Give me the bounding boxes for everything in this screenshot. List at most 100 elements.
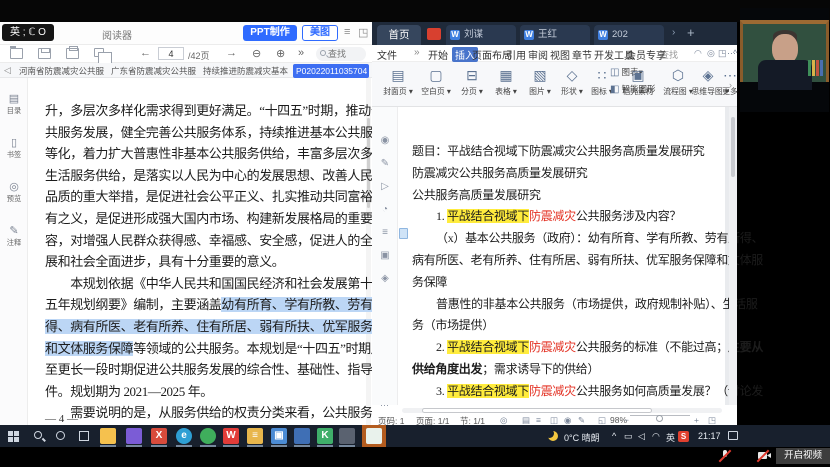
weather-moon-icon[interactable] bbox=[548, 431, 558, 441]
side-tool-icon[interactable]: ✎ bbox=[372, 158, 398, 169]
tray-chevron-icon[interactable]: ^ bbox=[612, 431, 616, 441]
menu-tab-开始[interactable]: 开始 bbox=[428, 47, 448, 62]
network-icon[interactable]: ◠ bbox=[652, 431, 660, 442]
ime-mode-label[interactable]: 英 bbox=[666, 431, 675, 444]
wps-doc-tab[interactable]: W刘谋 bbox=[446, 25, 516, 45]
prev-page-icon[interactable]: ← bbox=[140, 47, 151, 59]
side-tool-icon[interactable]: ≡ bbox=[372, 227, 398, 238]
wps-home-tab[interactable]: 首页 bbox=[377, 25, 421, 45]
pdf-doc-tab-icon[interactable] bbox=[427, 28, 441, 40]
pdf-tab[interactable]: 广东省防震减灾公共服务体× bbox=[108, 64, 196, 78]
camera-muted-icon[interactable] bbox=[756, 449, 771, 463]
wps-horizontal-scrollbar[interactable] bbox=[402, 406, 722, 415]
task-view-icon[interactable] bbox=[79, 431, 89, 441]
taskbar-app-wps-office[interactable]: W bbox=[223, 428, 239, 444]
file-menu[interactable]: 文件 bbox=[377, 47, 397, 62]
start-button[interactable] bbox=[8, 431, 19, 442]
zoom-plus-icon[interactable]: + bbox=[694, 415, 699, 425]
side-tool-icon[interactable]: ▷ bbox=[372, 181, 398, 192]
taskbar-app-gray-app[interactable] bbox=[339, 428, 355, 444]
page-number-input[interactable] bbox=[158, 47, 184, 60]
taskbar-app-photos-app[interactable]: ▣ bbox=[271, 428, 287, 444]
ribbon-button-分页[interactable]: ⊟分页 ▾ bbox=[454, 65, 490, 103]
side-tool-icon[interactable]: ▣ bbox=[372, 250, 398, 261]
pdf-tab[interactable]: 河南省防震减灾公共服务× bbox=[16, 64, 104, 78]
taskbar-app-edge-browser[interactable]: e bbox=[176, 428, 192, 444]
ribbon-button-空白页[interactable]: ▢空白页 ▾ bbox=[418, 65, 454, 103]
ribbon-button-封面页[interactable]: ▤封面页 ▾ bbox=[380, 65, 416, 103]
taskbar-app-archive-app[interactable]: ≡ bbox=[247, 428, 263, 444]
taskbar-app-meeting-app[interactable] bbox=[366, 428, 382, 444]
menu-tab-会员专享[interactable]: 会员专享 bbox=[626, 47, 666, 62]
outline-view-icon[interactable]: ≡ bbox=[536, 415, 541, 425]
sidebar-item-注释[interactable]: ✎注释 bbox=[0, 224, 28, 248]
taskbar-app-xmind-app[interactable]: X bbox=[151, 428, 167, 444]
chevron-left-icon[interactable]: ◁ bbox=[4, 65, 11, 76]
smart-tag-icon[interactable] bbox=[399, 228, 408, 239]
next-page-icon[interactable]: → bbox=[226, 47, 237, 59]
speaker-icon[interactable]: ◁ bbox=[638, 431, 645, 442]
sogou-ime-icon[interactable]: S bbox=[678, 431, 689, 442]
wps-doc-tab[interactable]: W202 bbox=[594, 25, 664, 45]
menu-tab-章节[interactable]: 章节 bbox=[572, 47, 592, 62]
hscroll-thumb[interactable] bbox=[422, 408, 652, 413]
side-tool-icon[interactable]: ◔ bbox=[372, 204, 398, 215]
taskbar-app-file-explorer[interactable] bbox=[100, 428, 116, 444]
copy-icon[interactable] bbox=[94, 48, 104, 57]
cortana-icon[interactable] bbox=[56, 431, 65, 440]
share-icon[interactable]: ◎ bbox=[707, 48, 715, 59]
save-icon[interactable] bbox=[38, 48, 51, 59]
预览-icon: ◎ bbox=[0, 180, 28, 193]
menu-icon[interactable]: ≡ bbox=[344, 26, 350, 38]
laptop-icon[interactable]: ▭ bbox=[624, 431, 633, 442]
pdf-tab[interactable]: P02022011035704 bbox=[293, 64, 369, 78]
ribbon-button-稻壳素材[interactable]: ▣稻壳素材 bbox=[620, 65, 656, 103]
taskbar-app-green-app[interactable] bbox=[200, 428, 216, 444]
tab-scroll-right-icon[interactable]: › bbox=[672, 27, 675, 38]
start-video-button[interactable]: 开启视频 bbox=[776, 448, 830, 464]
sidebar-item-目录[interactable]: ▤目录 bbox=[0, 92, 28, 116]
sidebar-item-书签[interactable]: ▯书签 bbox=[0, 136, 28, 160]
sidebar-item-预览[interactable]: ◎预览 bbox=[0, 180, 28, 204]
pdf-tab[interactable]: 持续推进防震减灾基本公共× bbox=[200, 64, 288, 78]
taskbar-app-blue-app[interactable] bbox=[294, 428, 310, 444]
notification-center-icon[interactable] bbox=[728, 431, 738, 440]
text-run: 等领域的公共服务。本规划是“十四五”时期乃 bbox=[133, 341, 372, 356]
taskbar-search-icon[interactable] bbox=[34, 431, 42, 439]
menu-tab-引用[interactable]: 引用 bbox=[506, 47, 526, 62]
menu-overflow-icon[interactable]: » bbox=[414, 47, 420, 58]
taskbar-app-purple-app[interactable] bbox=[126, 428, 142, 444]
cloud-sync-icon[interactable]: ◠ bbox=[694, 48, 702, 59]
microphone-muted-icon[interactable] bbox=[718, 449, 733, 463]
weather-label[interactable]: 0°C 晴朗 bbox=[564, 431, 600, 444]
zoom-slider-knob[interactable] bbox=[656, 415, 663, 422]
ribbon-button-表格[interactable]: ▦表格 ▾ bbox=[488, 65, 524, 103]
pdf-document-page[interactable]: 升，多层次多样化需求得到更好满足。“十四五”时期，推动公共服务发展，健全完善公共… bbox=[28, 78, 372, 425]
zoom-minus-icon[interactable]: − bbox=[624, 415, 629, 425]
menu-tab-审阅[interactable]: 审阅 bbox=[528, 47, 548, 62]
zoom-in-icon[interactable]: ⊕ bbox=[276, 47, 285, 60]
wps-doc-tab[interactable]: W王红 bbox=[520, 25, 590, 45]
print-icon[interactable] bbox=[66, 48, 79, 59]
menu-tab-视图[interactable]: 视图 bbox=[550, 47, 570, 62]
webcam-video[interactable] bbox=[740, 8, 829, 112]
wps-document-page[interactable]: 题目：平战结合视域下防震减灾公共服务高质量发展研究防震减灾公共服务高质量发展研究… bbox=[398, 107, 725, 405]
more-tools-icon[interactable]: » bbox=[298, 47, 304, 59]
ime-status-bar[interactable]: 英 ; ℂ O bbox=[2, 24, 54, 41]
zoom-out-icon[interactable]: ⊖ bbox=[252, 47, 261, 60]
meitu-button[interactable]: 美图 bbox=[302, 25, 338, 41]
side-tool-icon[interactable]: ◉ bbox=[372, 135, 398, 146]
ribbon-button-图片[interactable]: ▧图片 ▾ bbox=[522, 65, 558, 103]
expand-icon[interactable]: ◳ bbox=[358, 26, 368, 39]
new-tab-button[interactable]: + bbox=[687, 25, 695, 40]
open-file-icon[interactable] bbox=[10, 48, 23, 59]
clock[interactable]: 21:17 bbox=[698, 431, 721, 441]
taskbar-app-map-app[interactable]: K bbox=[317, 428, 333, 444]
side-toolbar-more-icon[interactable]: ⋯ bbox=[372, 400, 398, 411]
text-run: 件。规划期为 2021—2025 年。 bbox=[45, 384, 213, 399]
ppt-make-button[interactable]: PPT制作 bbox=[243, 25, 297, 41]
side-tool-icon[interactable]: ◈ bbox=[372, 273, 398, 284]
export-icon[interactable]: ◳ bbox=[718, 48, 727, 59]
wps-scrollbar-thumb[interactable] bbox=[731, 117, 735, 177]
collapse-ribbon-icon[interactable]: ^ bbox=[733, 48, 737, 58]
